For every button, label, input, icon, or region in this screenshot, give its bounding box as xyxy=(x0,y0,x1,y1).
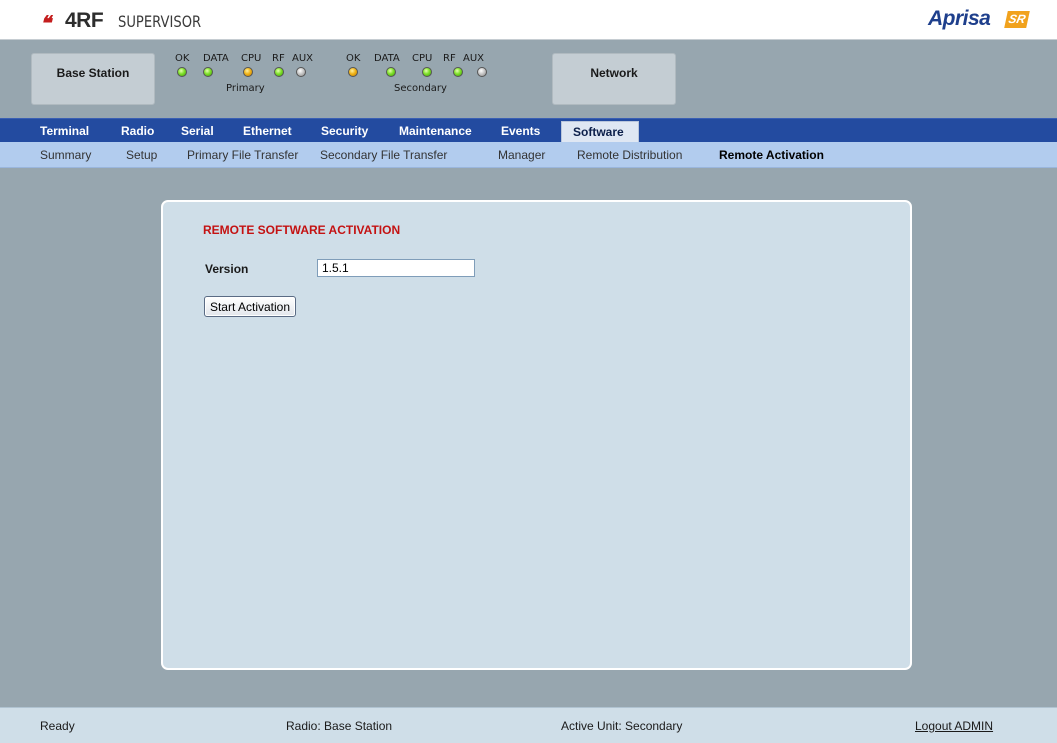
start-activation-button[interactable]: Start Activation xyxy=(204,296,296,317)
aprisa-logo: Aprisa xyxy=(928,7,991,30)
primary-label: Primary xyxy=(226,83,265,94)
logout-link[interactable]: Logout ADMIN xyxy=(915,708,993,743)
primary-rf-led-icon xyxy=(274,67,284,77)
aprisa-sr-badge: SR xyxy=(1004,11,1030,28)
secondary-ok-led-icon xyxy=(348,67,358,77)
tab-maintenance[interactable]: Maintenance xyxy=(399,119,472,143)
subnav-remote-distribution[interactable]: Remote Distribution xyxy=(577,142,682,168)
status-bar: Ready Radio: Base Station Active Unit: S… xyxy=(0,707,1057,743)
subnav-secondary-file-transfer[interactable]: Secondary File Transfer xyxy=(320,142,447,168)
network-button[interactable]: Network xyxy=(552,53,676,105)
primary-aux-led-icon xyxy=(296,67,306,77)
panel-title: REMOTE SOFTWARE ACTIVATION xyxy=(203,223,401,237)
primary-led-label-aux: AUX xyxy=(292,53,314,64)
tab-ethernet[interactable]: Ethernet xyxy=(243,119,292,143)
tab-software[interactable]: Software xyxy=(561,121,639,144)
secondary-led-label-data: DATA xyxy=(374,53,400,64)
primary-data-led-icon xyxy=(203,67,213,77)
status-area: Base Station OK DATA CPU RF AUX Primary … xyxy=(0,40,1057,116)
secondary-led-label-aux: AUX xyxy=(463,53,485,64)
primary-led-label-ok: OK xyxy=(175,53,190,64)
base-station-button[interactable]: Base Station xyxy=(31,53,155,105)
network-label: Network xyxy=(590,66,638,80)
subnav-manager[interactable]: Manager xyxy=(498,142,545,168)
secondary-aux-led-icon xyxy=(477,67,487,77)
app-header: ❝ 4RF SUPERVISOR Aprisa SR xyxy=(0,0,1057,40)
secondary-data-led-icon xyxy=(386,67,396,77)
version-input[interactable] xyxy=(317,259,475,277)
secondary-label: Secondary xyxy=(394,83,447,94)
content-area: REMOTE SOFTWARE ACTIVATION Version Start… xyxy=(0,169,1057,707)
primary-led-label-cpu: CPU xyxy=(241,53,262,64)
subnav-remote-activation[interactable]: Remote Activation xyxy=(719,142,824,168)
main-nav: Terminal Radio Serial Ethernet Security … xyxy=(0,118,1057,144)
version-label: Version xyxy=(205,262,249,276)
primary-ok-led-icon xyxy=(177,67,187,77)
base-station-label: Base Station xyxy=(56,66,130,80)
tab-terminal[interactable]: Terminal xyxy=(40,119,89,143)
brand-logo: 4RF xyxy=(65,9,104,32)
primary-led-label-data: DATA xyxy=(203,53,229,64)
tab-events[interactable]: Events xyxy=(501,119,540,143)
secondary-led-label-rf: RF xyxy=(443,53,456,64)
product-name: SUPERVISOR xyxy=(118,12,202,31)
sub-nav: Summary Setup Primary File Transfer Seco… xyxy=(0,142,1057,168)
tab-serial[interactable]: Serial xyxy=(181,119,214,143)
tab-radio[interactable]: Radio xyxy=(121,119,154,143)
secondary-rf-led-icon xyxy=(453,67,463,77)
secondary-led-label-ok: OK xyxy=(346,53,361,64)
remote-activation-panel: REMOTE SOFTWARE ACTIVATION Version Start… xyxy=(161,200,912,670)
status-text: Ready xyxy=(40,719,75,733)
primary-led-label-rf: RF xyxy=(272,53,285,64)
subnav-setup[interactable]: Setup xyxy=(126,142,157,168)
subnav-primary-file-transfer[interactable]: Primary File Transfer xyxy=(187,142,298,168)
subnav-summary[interactable]: Summary xyxy=(40,142,91,168)
radio-status: Radio: Base Station xyxy=(286,719,393,733)
secondary-cpu-led-icon xyxy=(422,67,432,77)
secondary-led-label-cpu: CPU xyxy=(412,53,433,64)
tab-security[interactable]: Security xyxy=(321,119,368,143)
primary-cpu-led-icon xyxy=(243,67,253,77)
brand-mark-icon: ❝ xyxy=(40,13,51,35)
active-unit: Active Unit: Secondary xyxy=(561,719,683,733)
